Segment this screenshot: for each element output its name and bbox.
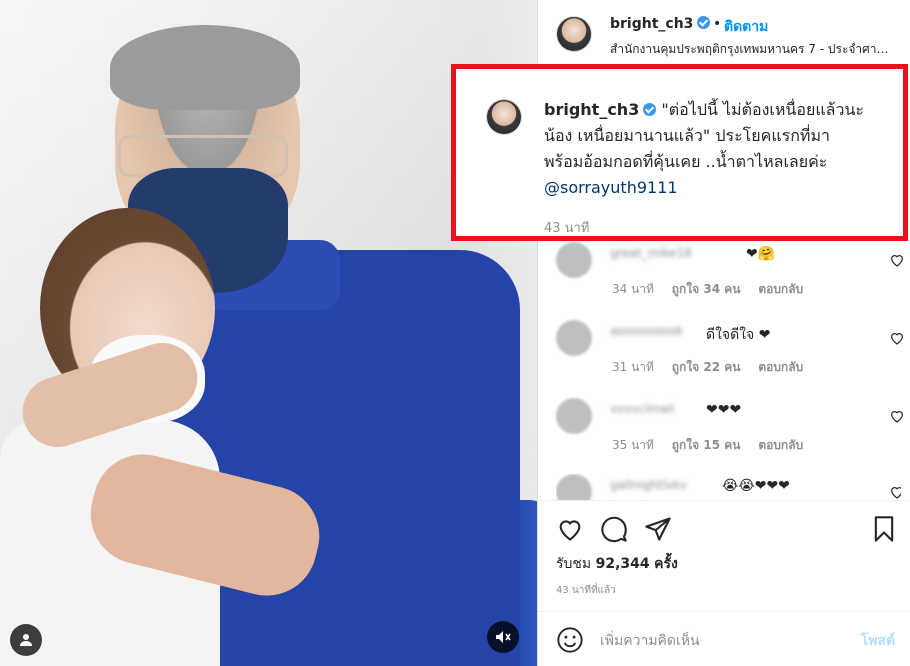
tagged-users-button[interactable] xyxy=(10,624,42,656)
avatar[interactable] xyxy=(556,320,592,356)
comment-username[interactable]: vvvvclmwt xyxy=(610,402,675,416)
add-comment-bar: เพิ่มความคิดเห็น โพสต์ xyxy=(538,611,910,666)
bookmark-icon[interactable] xyxy=(870,515,898,543)
comment-text: 😭😭❤❤❤ xyxy=(722,478,790,494)
separator-dot: • xyxy=(713,16,722,32)
reply-button[interactable]: ตอบกลับ xyxy=(758,360,803,374)
comment-item: vvvvclmwt ❤❤❤ 35 นาที ถูกใจ 15 คน ตอบกลั… xyxy=(556,398,903,468)
reply-button[interactable]: ตอบกลับ xyxy=(758,438,803,452)
comment-meta: 35 นาที ถูกใจ 15 คน ตอบกลับ xyxy=(612,436,817,455)
verified-icon xyxy=(697,16,711,29)
comment-likes[interactable]: ถูกใจ 34 คน xyxy=(672,282,741,296)
comment-icon[interactable] xyxy=(600,515,628,543)
heart-icon[interactable] xyxy=(556,515,584,543)
post-header: bright_ch3 • ติดตาม สำนักงานคุมประพฤติกร… xyxy=(538,0,910,66)
instagram-post-view: bright_ch3 • ติดตาม สำนักงานคุมประพฤติกร… xyxy=(0,0,910,666)
heart-icon[interactable] xyxy=(889,484,901,500)
comment-username[interactable]: aooooooook xyxy=(610,324,683,338)
avatar[interactable] xyxy=(486,99,522,135)
comment-item: great_mike18 ❤🤗 34 นาที ถูกใจ 34 คน ตอบก… xyxy=(556,242,903,312)
smile-icon[interactable] xyxy=(556,626,584,654)
comment-item: aooooooook ดีใจดีใจ ❤ 31 นาที ถูกใจ 22 ค… xyxy=(556,320,903,390)
comment-time: 31 นาที xyxy=(612,360,654,374)
reply-button[interactable]: ตอบกลับ xyxy=(758,282,803,296)
location-link[interactable]: สำนักงานคุมประพฤติกรุงเทพมหานคร 7 - ประจ… xyxy=(610,40,895,59)
heart-icon[interactable] xyxy=(889,330,905,346)
post-actions: รับชม 92,344 ครั้ง 43 นาทีที่แล้ว เพิ่มค… xyxy=(538,500,910,666)
views-label: รับชม xyxy=(556,556,592,572)
caption-username[interactable]: bright_ch3 xyxy=(544,100,639,119)
views-number: 92,344 xyxy=(595,556,650,572)
highlighted-caption: bright_ch3 "ต่อไปนี้ ไม่ต้องเหนื่อยแล้วน… xyxy=(451,64,908,241)
comment-text: ❤❤❤ xyxy=(706,402,742,418)
verified-icon xyxy=(643,103,657,116)
heart-icon[interactable] xyxy=(889,408,905,424)
mute-icon xyxy=(496,631,511,643)
caption-mention[interactable]: @sorrayuth9111 xyxy=(544,178,678,197)
comment-text: ❤🤗 xyxy=(746,246,776,262)
comment-time: 35 นาที xyxy=(612,438,654,452)
comment-meta: 34 นาที ถูกใจ 34 คน ตอบกลับ xyxy=(612,280,817,299)
heart-icon[interactable] xyxy=(889,252,905,268)
comment-time: 34 นาที xyxy=(612,282,654,296)
mute-button[interactable] xyxy=(487,621,519,653)
username-text: bright_ch3 xyxy=(610,16,694,32)
avatar[interactable] xyxy=(556,474,592,500)
comment-likes[interactable]: ถูกใจ 15 คน xyxy=(672,438,741,452)
comment-item: gallnightlvkv 😭😭❤❤❤ xyxy=(556,474,901,500)
caption-time[interactable]: 43 นาที xyxy=(544,217,589,238)
comment-meta: 31 นาที ถูกใจ 22 คน ตอบกลับ xyxy=(612,358,817,377)
avatar[interactable] xyxy=(556,242,592,278)
post-timestamp[interactable]: 43 นาทีที่แล้ว xyxy=(556,583,616,598)
follow-button[interactable]: ติดตาม xyxy=(724,16,768,38)
post-button[interactable]: โพสต์ xyxy=(861,630,895,652)
avatar[interactable] xyxy=(556,16,592,52)
username-link[interactable]: bright_ch3 xyxy=(610,16,711,32)
share-icon[interactable] xyxy=(644,515,672,543)
avatar[interactable] xyxy=(556,398,592,434)
comment-username[interactable]: great_mike18 xyxy=(610,246,692,260)
user-icon xyxy=(20,634,32,646)
comment-text: ดีใจดีใจ ❤ xyxy=(706,327,771,343)
caption-text: bright_ch3 "ต่อไปนี้ ไม่ต้องเหนื่อยแล้วน… xyxy=(544,97,864,201)
comment-input[interactable]: เพิ่มความคิดเห็น xyxy=(600,630,700,652)
comment-likes[interactable]: ถูกใจ 22 คน xyxy=(672,360,741,374)
comment-username[interactable]: gallnightlvkv xyxy=(610,478,687,492)
view-count[interactable]: รับชม 92,344 ครั้ง xyxy=(556,553,678,575)
views-unit: ครั้ง xyxy=(654,556,678,572)
man-hair xyxy=(110,25,300,110)
